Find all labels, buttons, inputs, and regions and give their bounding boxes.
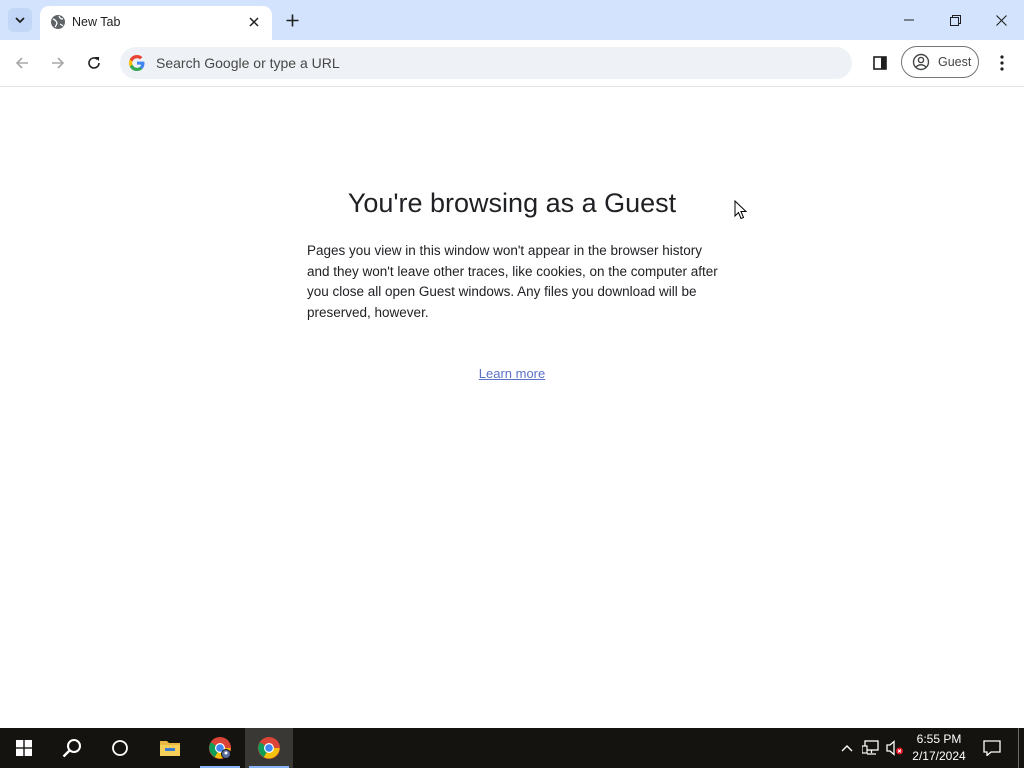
action-center-button[interactable] [978, 728, 1006, 768]
show-desktop-button[interactable] [1018, 728, 1019, 768]
arrow-right-icon [52, 57, 65, 69]
windows-logo-icon [16, 740, 32, 756]
file-explorer-button[interactable] [146, 728, 194, 768]
chrome-icon [258, 737, 280, 759]
reload-icon [88, 57, 100, 69]
browser-toolbar: Guest [0, 40, 1024, 87]
clock-time: 6:55 PM [916, 732, 962, 746]
chrome-icon [209, 737, 231, 759]
more-vertical-icon [1000, 55, 1004, 71]
network-button[interactable] [860, 728, 882, 768]
learn-more-link[interactable]: Learn more [0, 366, 1024, 381]
guest-page: You're browsing as a Guest Pages you vie… [0, 87, 1024, 728]
tab-title: New Tab [72, 15, 121, 29]
minimize-button[interactable] [886, 0, 932, 40]
tab-search-button[interactable] [8, 8, 32, 32]
side-panel-button[interactable] [866, 49, 894, 77]
side-panel-icon [873, 56, 887, 70]
back-button[interactable] [8, 49, 36, 77]
close-icon [995, 14, 1007, 26]
arrow-left-icon [15, 57, 28, 69]
new-tab-button[interactable] [280, 8, 304, 32]
chrome-guest-taskbar-button[interactable] [245, 728, 293, 768]
chrome-taskbar-button[interactable] [196, 728, 244, 768]
restore-icon [949, 14, 961, 26]
taskbar: 6:55 PM 2/17/2024 [0, 728, 1024, 768]
tab-strip: New Tab [0, 0, 1024, 40]
folder-icon [160, 741, 180, 756]
show-hidden-icons-button[interactable] [838, 728, 856, 768]
reload-button[interactable] [80, 49, 108, 77]
network-icon [862, 740, 879, 755]
volume-button[interactable] [884, 728, 906, 768]
forward-button[interactable] [44, 49, 72, 77]
globe-icon [51, 15, 65, 29]
minimize-icon [904, 19, 914, 21]
notification-icon [983, 740, 1001, 756]
cortana-button[interactable] [96, 728, 144, 768]
page-title: You're browsing as a Guest [347, 188, 677, 218]
search-icon [62, 739, 81, 758]
tab-new-tab[interactable]: New Tab [40, 6, 272, 40]
profile-label: Guest [938, 55, 972, 69]
clock-date: 2/17/2024 [912, 749, 966, 763]
browser-menu-button[interactable] [990, 49, 1014, 77]
close-window-button[interactable] [978, 0, 1024, 40]
chevron-up-icon [841, 745, 853, 752]
guest-description: Pages you view in this window won't appe… [307, 243, 718, 320]
start-button[interactable] [0, 728, 48, 768]
plus-icon [286, 14, 298, 26]
account-circle-icon [912, 53, 930, 71]
mouse-cursor-icon [734, 200, 748, 220]
profile-button[interactable]: Guest [901, 46, 979, 78]
chevron-down-icon [15, 17, 25, 24]
address-input[interactable] [156, 47, 836, 79]
cortana-icon [112, 740, 128, 756]
close-icon [249, 17, 259, 27]
restore-button[interactable] [932, 0, 978, 40]
google-g-icon [129, 55, 145, 71]
tab-close-button[interactable] [244, 12, 264, 32]
speaker-muted-icon [886, 740, 903, 756]
omnibox[interactable] [120, 47, 852, 79]
taskbar-search-button[interactable] [48, 728, 96, 768]
system-clock[interactable]: 6:55 PM 2/17/2024 [906, 731, 972, 765]
